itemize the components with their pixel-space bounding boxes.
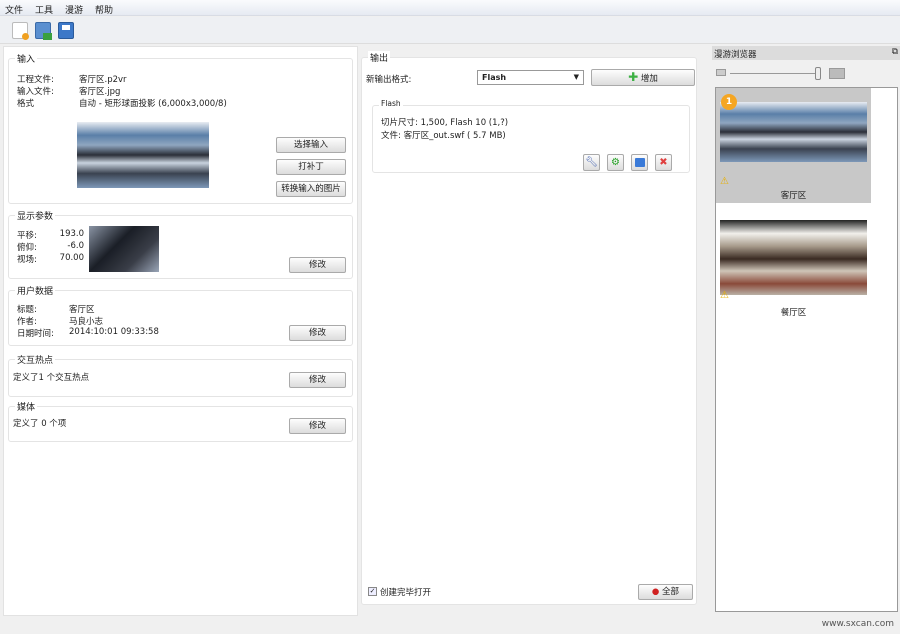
select-input-button[interactable]: 选择输入 — [276, 137, 346, 153]
hotspots-group: 交互热点 定义了1 个交互热点 修改 — [8, 353, 353, 397]
preview-icon[interactable] — [631, 154, 648, 171]
delete-icon[interactable]: ✖ — [655, 154, 672, 171]
chevron-down-icon: ▼ — [573, 73, 579, 81]
output-panel: 输出 新输出格式: Flash ▼ ✚ 增加 Flash 切片尺寸: 1,500,… — [358, 46, 703, 608]
datetime-label: 日期时间: — [17, 329, 54, 339]
wrench-icon[interactable]: 🔧︎ — [583, 154, 600, 171]
node-thumbnail — [720, 102, 867, 162]
left-panel: 输入 工程文件: 客厅区.p2vr 输入文件: 客厅区.jpg 格式 自动 - … — [3, 46, 358, 616]
input-group: 输入 工程文件: 客厅区.p2vr 输入文件: 客厅区.jpg 格式 自动 - … — [8, 52, 353, 204]
author-label: 作者: — [17, 317, 37, 327]
view-params-group: 显示参数 平移: 193.0 俯仰: -6.0 视场: 70.00 修改 — [8, 209, 353, 279]
format-value: 自动 - 矩形球面投影 (6,000x3,000/8) — [79, 99, 227, 109]
hotspots-text: 定义了1 个交互热点 — [13, 373, 90, 383]
edit-view-button[interactable]: 修改 — [289, 257, 346, 273]
add-output-label: 增加 — [640, 74, 658, 84]
output-group: 输出 新输出格式: Flash ▼ ✚ 增加 Flash 切片尺寸: 1,500,… — [361, 51, 697, 605]
tour-browser-header: 漫游浏览器 ⧉ — [712, 46, 900, 60]
input-file-label: 输入文件: — [17, 87, 54, 97]
large-thumb-icon — [829, 68, 845, 79]
input-preview-image — [77, 122, 209, 188]
user-data-group: 用户数据 标题: 客厅区 作者: 马良小志 日期时间: 2014:10:01 0… — [8, 284, 353, 346]
author-value: 马良小志 — [69, 317, 104, 327]
fov-label: 视场: — [17, 255, 37, 265]
node-label: 客厅区 — [780, 191, 807, 201]
menu-bar: 文件 工具 漫游 帮助 — [0, 0, 900, 16]
tile-size-text: 切片尺寸: 1,500, Flash 10 (1,?) — [381, 118, 509, 128]
convert-input-button[interactable]: 转换输入的图片 — [276, 181, 346, 197]
edit-user-data-button[interactable]: 修改 — [289, 325, 346, 341]
add-output-button[interactable]: ✚ 增加 — [591, 69, 695, 86]
title-value: 客厅区 — [69, 305, 95, 315]
warning-icon: ⚠ — [720, 176, 729, 187]
format-label: 格式 — [17, 99, 35, 109]
thumbnail-size-slider[interactable] — [730, 73, 820, 74]
menu-help[interactable]: 帮助 — [90, 0, 120, 16]
media-group: 媒体 定义了 0 个项 修改 — [8, 400, 353, 442]
open-after-create-checkbox[interactable]: ✓ — [368, 587, 377, 596]
tour-node-item[interactable]: 1 ⚠ 客厅区 — [716, 88, 871, 203]
title-label: 标题: — [17, 305, 37, 315]
plus-icon: ✚ — [628, 70, 639, 84]
start-node-badge: 1 — [721, 94, 737, 110]
node-thumbnail — [720, 220, 867, 295]
menu-file[interactable]: 文件 — [0, 0, 30, 16]
open-after-create-label: 创建完毕打开 — [380, 588, 432, 598]
view-preview-image — [89, 226, 159, 272]
menu-tour[interactable]: 漫游 — [60, 0, 90, 16]
edit-hotspots-button[interactable]: 修改 — [289, 372, 346, 388]
node-label: 餐厅区 — [780, 308, 807, 318]
user-data-title: 用户数据 — [15, 284, 56, 297]
format-select[interactable]: Flash ▼ — [477, 70, 584, 85]
status-bar-text: www.sxcan.com — [821, 619, 894, 629]
project-file-label: 工程文件: — [17, 75, 54, 85]
datetime-value: 2014:10:01 09:33:58 — [69, 327, 159, 337]
small-thumb-icon — [716, 69, 726, 76]
float-icon[interactable]: ⧉ — [892, 47, 898, 57]
flash-item-title: Flash — [379, 99, 403, 108]
tour-browser-list: 1 ⚠ 客厅区 ⚠ 餐厅区 — [715, 87, 898, 612]
media-title: 媒体 — [15, 400, 38, 413]
media-text: 定义了 0 个项 — [13, 419, 67, 429]
output-title: 输出 — [368, 51, 391, 64]
format-select-value: Flash — [482, 73, 507, 82]
hotspots-title: 交互热点 — [15, 353, 56, 366]
pan-label: 平移: — [17, 231, 37, 241]
new-project-icon[interactable] — [12, 22, 29, 40]
save-icon[interactable] — [58, 22, 74, 39]
patch-button[interactable]: 打补丁 — [276, 159, 346, 175]
new-format-label: 新输出格式: — [366, 75, 412, 85]
view-params-title: 显示参数 — [15, 209, 56, 222]
gears-icon[interactable]: ⚙ — [607, 154, 624, 171]
toolbar — [0, 17, 900, 44]
build-all-button[interactable]: ● 全部 — [638, 584, 693, 600]
fov-value: 70.00 — [59, 253, 84, 263]
menu-tools[interactable]: 工具 — [30, 0, 60, 16]
build-all-label: 全部 — [662, 587, 680, 597]
input-file-value: 客厅区.jpg — [79, 87, 121, 97]
warning-icon: ⚠ — [720, 290, 729, 301]
build-icon: ● — [651, 587, 660, 597]
project-file-value: 客厅区.p2vr — [79, 75, 127, 85]
pan-value: 193.0 — [59, 229, 84, 239]
input-title: 输入 — [15, 52, 38, 65]
edit-media-button[interactable]: 修改 — [289, 418, 346, 434]
open-project-icon[interactable] — [35, 22, 52, 40]
tour-browser-title: 漫游浏览器 — [714, 50, 757, 60]
tilt-label: 俯仰: — [17, 243, 37, 253]
output-file-text: 文件: 客厅区_out.swf ( 5.7 MB) — [381, 131, 506, 141]
slider-handle[interactable] — [815, 67, 821, 80]
tour-node-item[interactable]: ⚠ 餐厅区 — [716, 216, 871, 321]
tilt-value: -6.0 — [67, 241, 84, 251]
